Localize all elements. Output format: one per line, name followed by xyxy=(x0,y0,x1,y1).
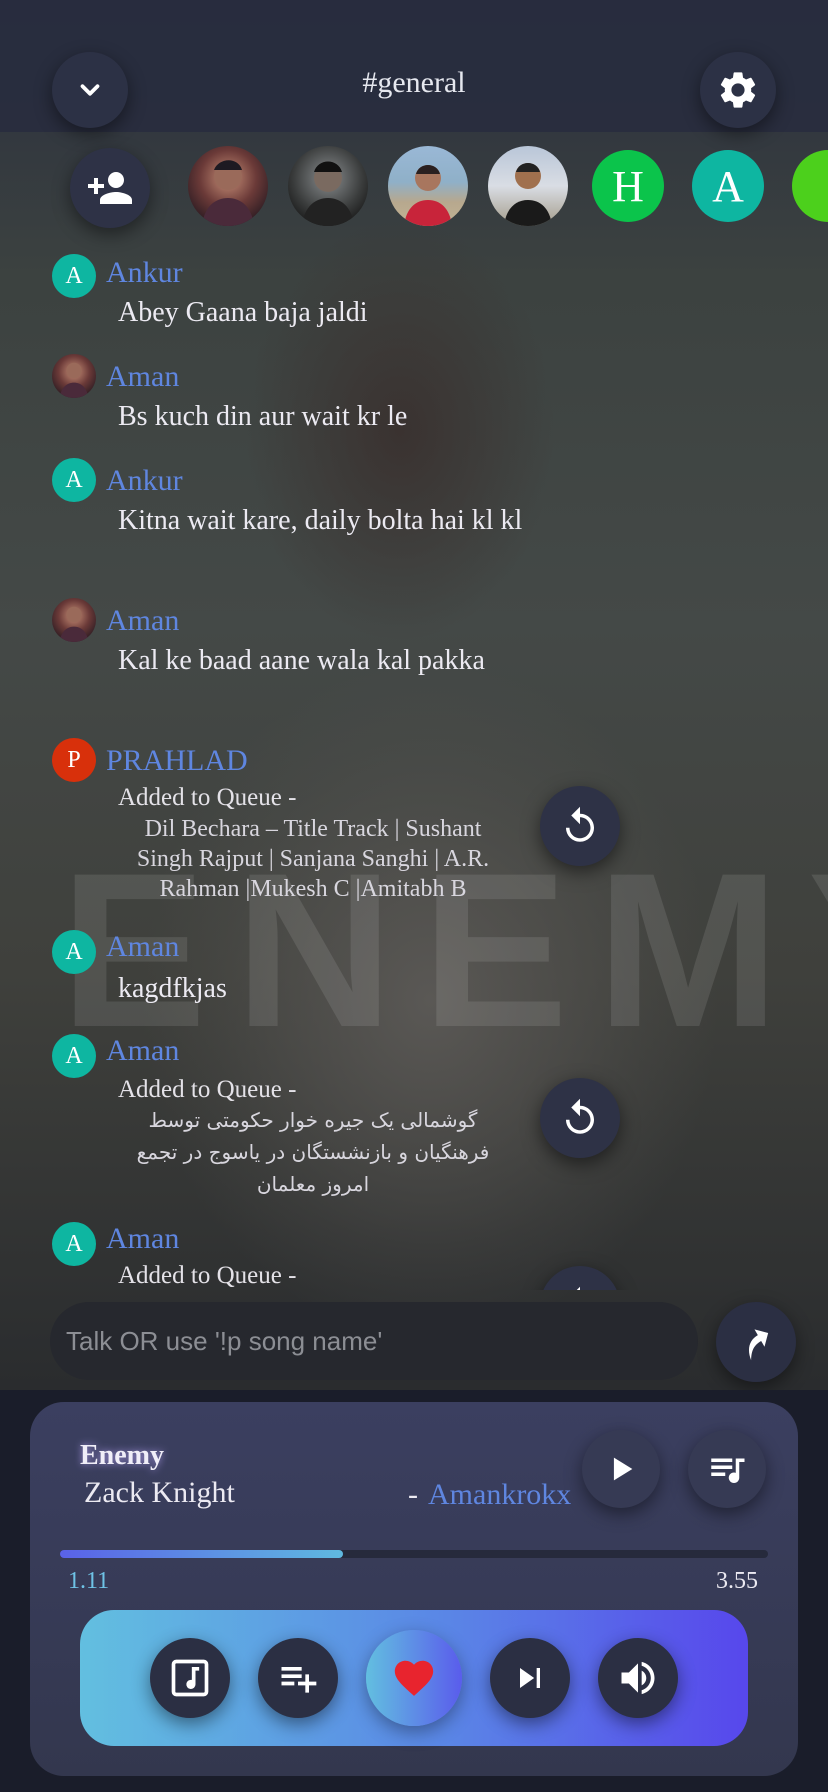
total-time: 3.55 xyxy=(716,1568,758,1594)
playlist-add-icon xyxy=(281,1667,317,1693)
message-avatar: A xyxy=(52,458,96,502)
person-icon xyxy=(202,160,254,226)
message-avatar: A xyxy=(52,1222,96,1266)
song-artist: Zack Knight xyxy=(84,1476,235,1509)
person-icon xyxy=(302,161,354,226)
replay-icon xyxy=(576,1286,580,1290)
member-avatar[interactable] xyxy=(188,146,268,226)
like-button[interactable] xyxy=(366,1630,462,1726)
message-author: PRAHLAD xyxy=(106,744,248,777)
message-author: Aman xyxy=(106,1222,180,1255)
member-avatar[interactable] xyxy=(288,146,368,226)
skip-next-button[interactable] xyxy=(490,1638,570,1718)
members-row: H A xyxy=(0,142,828,232)
queue-label: Added to Queue - xyxy=(118,1262,297,1289)
lyrics-button[interactable] xyxy=(150,1638,230,1718)
message-avatar: A xyxy=(52,254,96,298)
skip-next-icon xyxy=(520,1668,540,1688)
queue-label: Added to Queue - xyxy=(118,784,297,811)
requested-by[interactable]: Amankrokx xyxy=(428,1478,571,1512)
gear-icon xyxy=(720,72,756,108)
replay-button[interactable] xyxy=(540,1078,620,1158)
message-avatar-photo xyxy=(52,354,96,398)
member-avatar[interactable] xyxy=(388,146,468,226)
person-icon xyxy=(504,163,552,226)
message-author: Aman xyxy=(106,930,180,963)
heart-icon xyxy=(394,1660,434,1696)
queued-song-title: گوشمالی یک جیره خوار حکومتی توسط فرهنگیا… xyxy=(136,1108,490,1196)
person-icon xyxy=(404,165,452,226)
add-user-icon xyxy=(88,172,132,204)
send-icon xyxy=(749,1329,769,1361)
message-author: Aman xyxy=(106,360,180,393)
member-avatar-letter[interactable]: A xyxy=(692,150,764,222)
message-text: Bs kuch din aur wait kr le xyxy=(118,401,408,432)
person-icon xyxy=(59,362,89,398)
message-avatar: P xyxy=(52,738,96,782)
chat-input[interactable] xyxy=(50,1302,698,1380)
message-text: Kitna wait kare, daily bolta hai kl kl xyxy=(118,505,523,536)
invite-button[interactable] xyxy=(70,148,150,228)
playlist-button[interactable] xyxy=(688,1430,766,1508)
message-avatar: A xyxy=(52,930,96,974)
queue-music-icon xyxy=(711,1458,745,1483)
message-text: kagdfkjas xyxy=(118,973,227,1004)
message-author: Aman xyxy=(106,604,180,637)
player-controls xyxy=(80,1610,748,1746)
queue-label: Added to Queue - xyxy=(118,1076,297,1103)
music-note-box-icon xyxy=(171,1659,209,1697)
replay-button[interactable] xyxy=(540,1266,620,1290)
volume-up-icon xyxy=(621,1661,655,1695)
message-avatar: A xyxy=(52,1034,96,1078)
volume-button[interactable] xyxy=(598,1638,678,1718)
play-icon xyxy=(613,1457,633,1481)
play-button[interactable] xyxy=(582,1430,660,1508)
replay-icon xyxy=(566,1098,594,1134)
member-avatar[interactable] xyxy=(488,146,568,226)
person-icon xyxy=(59,606,89,642)
message-author: Ankur xyxy=(106,256,183,289)
add-to-queue-button[interactable] xyxy=(258,1638,338,1718)
queued-song-title: Dil Bechara – Title Track | Sushant Sing… xyxy=(136,816,490,902)
member-avatar-partial[interactable] xyxy=(792,150,828,222)
message-author: Ankur xyxy=(106,464,183,497)
message-author: Aman xyxy=(106,1034,180,1067)
message-list[interactable]: A Ankur Abey Gaana baja jaldi Aman Bs ku… xyxy=(0,250,828,1290)
message-avatar-photo xyxy=(52,598,96,642)
progress-bar[interactable] xyxy=(60,1550,768,1558)
send-button[interactable] xyxy=(716,1302,796,1382)
song-title: Enemy xyxy=(80,1440,164,1471)
requester-separator: - xyxy=(408,1478,418,1511)
replay-icon xyxy=(566,806,594,842)
progress-fill xyxy=(60,1550,344,1558)
message-text: Kal ke baad aane wala kal pakka xyxy=(118,645,485,676)
message-text: Abey Gaana baja jaldi xyxy=(118,297,368,328)
replay-button[interactable] xyxy=(540,786,620,866)
member-avatar-letter[interactable]: H xyxy=(592,150,664,222)
current-time: 1.11 xyxy=(68,1568,110,1594)
settings-button[interactable] xyxy=(700,52,776,128)
